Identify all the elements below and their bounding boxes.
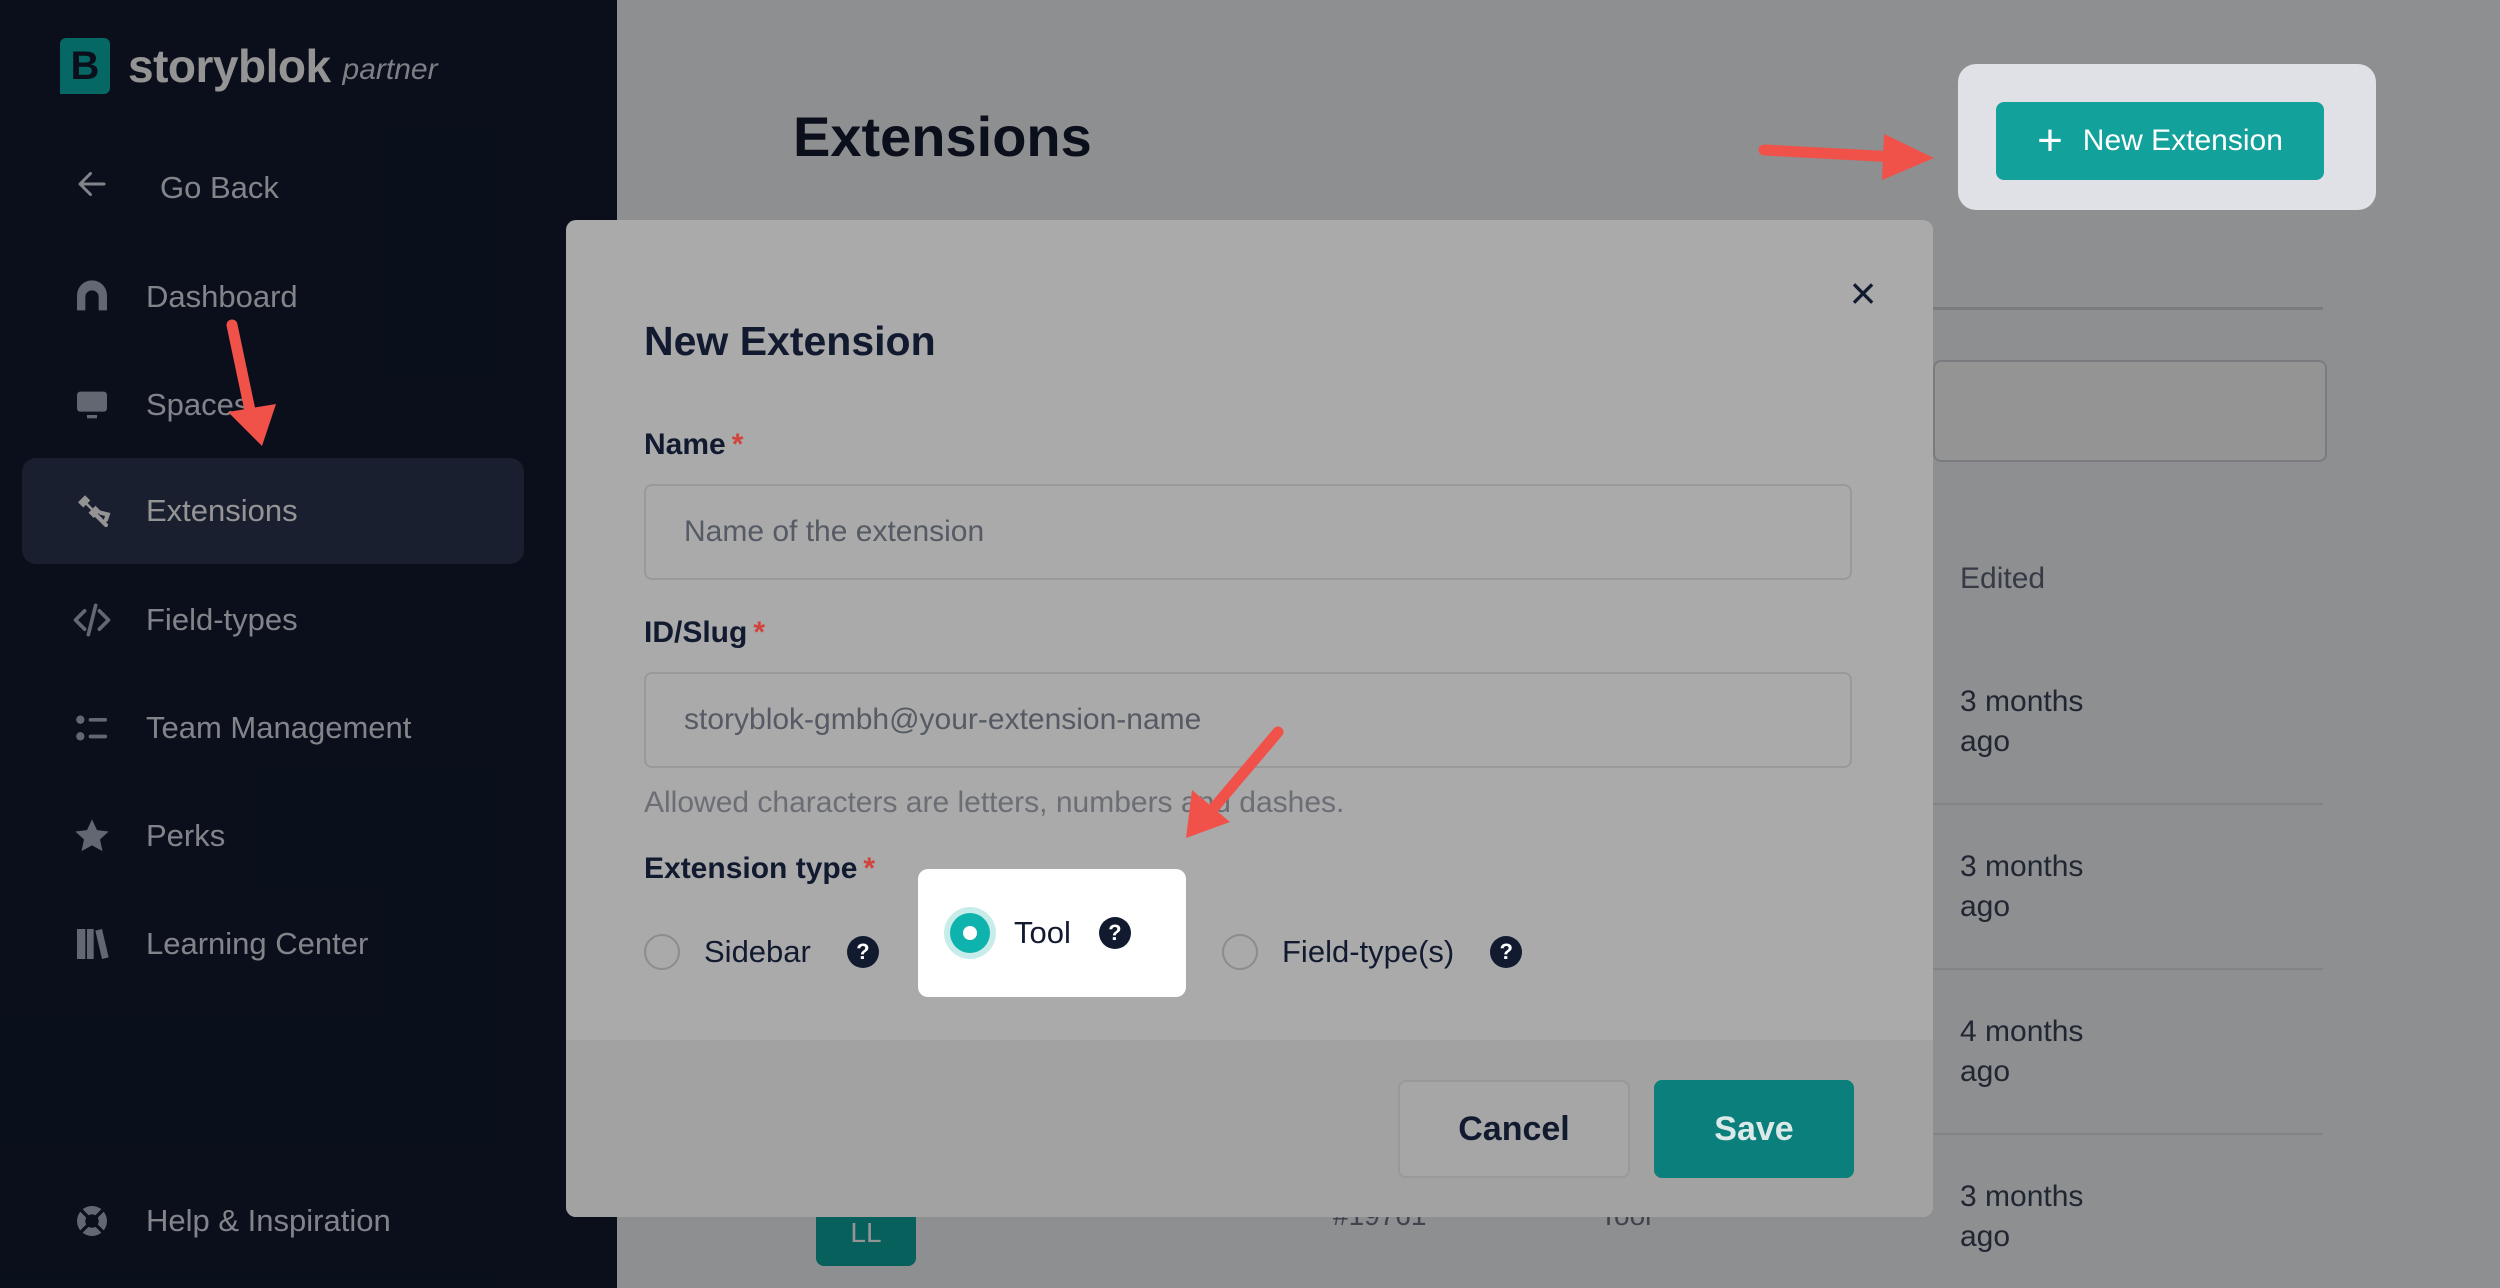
slug-label: ID/Slug * [644, 616, 765, 650]
close-icon[interactable]: × [1838, 267, 1888, 319]
extension-type-label: Extension type * [644, 852, 875, 886]
name-input[interactable] [644, 484, 1852, 580]
modal-title: New Extension [644, 318, 936, 364]
radio-sidebar[interactable]: Sidebar ? [644, 916, 879, 988]
radio-label: Tool [1014, 915, 1071, 950]
type-label-text: Extension type [644, 852, 858, 885]
required-mark: * [863, 852, 876, 885]
radio-circle[interactable] [644, 934, 680, 970]
slug-input[interactable] [644, 672, 1852, 768]
new-extension-label: New Extension [2082, 124, 2283, 157]
radio-dot [963, 926, 977, 940]
radio-selected-icon[interactable] [950, 913, 990, 953]
extension-type-radio-group: Sidebar ? Field-type(s) ? [644, 916, 1844, 988]
slug-label-text: ID/Slug [644, 616, 748, 649]
radio-tool[interactable]: Tool ? [950, 897, 1131, 969]
cancel-button[interactable]: Cancel [1398, 1080, 1630, 1178]
slug-help-text: Allowed characters are letters, numbers … [644, 786, 1345, 819]
help-icon[interactable]: ? [1098, 917, 1131, 949]
help-icon[interactable]: ? [846, 936, 879, 968]
radio-circle[interactable] [1222, 934, 1258, 970]
plus-icon: + [2037, 116, 2063, 165]
radio-field-types[interactable]: Field-type(s) ? [1222, 916, 1523, 988]
radio-label: Sidebar [704, 934, 811, 969]
name-label: Name * [644, 428, 743, 462]
new-extension-button[interactable]: + New Extension [1996, 102, 2324, 180]
name-label-text: Name [644, 428, 726, 461]
new-extension-modal: × New Extension Name* ID/Slug* Allowed c… [566, 220, 1933, 1217]
save-button[interactable]: Save [1654, 1080, 1854, 1178]
required-mark: * [753, 616, 766, 649]
help-icon[interactable]: ? [1490, 936, 1523, 968]
radio-label: Field-type(s) [1282, 934, 1455, 969]
required-mark: * [731, 428, 744, 461]
